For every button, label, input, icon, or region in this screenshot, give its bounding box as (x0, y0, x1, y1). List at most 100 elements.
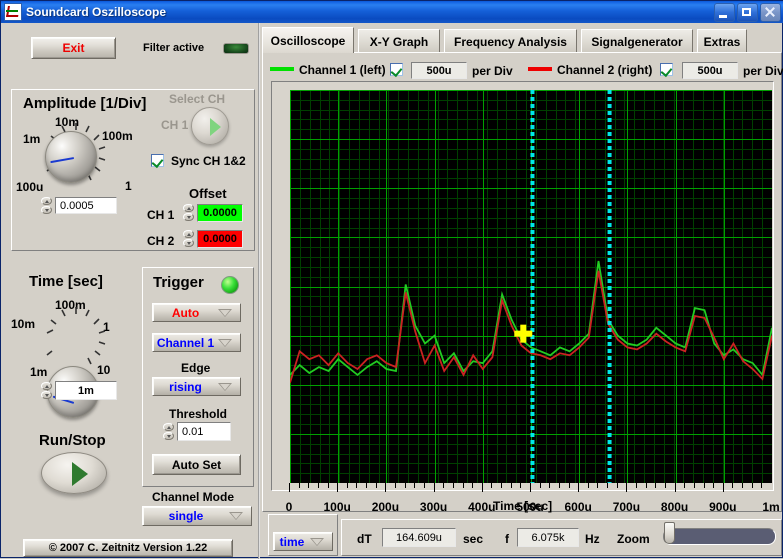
window-buttons (714, 3, 783, 22)
x-tick-label: 700u (613, 500, 640, 514)
cursor-mode-select[interactable]: time (273, 532, 333, 551)
x-tick-label: 900u (709, 500, 736, 514)
filter-active-label: Filter active (143, 42, 204, 54)
trigger-edge-value: rising (153, 380, 218, 394)
tab-oscilloscope[interactable]: Oscilloscope (262, 27, 354, 53)
chevron-down-icon (229, 512, 243, 520)
tab-x-y-graph[interactable]: X-Y Graph (358, 29, 440, 53)
zoom-slider[interactable] (663, 528, 776, 545)
app-window: Soundcard Oszilloscope Exit Filter activ… (0, 0, 783, 558)
copyright-text: © 2007 C. Zeitnitz Version 1.22 (49, 542, 208, 554)
channel2-per-div-value[interactable]: 500u (682, 62, 738, 79)
waveform-canvas[interactable] (290, 90, 772, 483)
tab-extras[interactable]: Extras (697, 29, 747, 53)
channel-mode-select[interactable]: single (142, 506, 252, 526)
trigger-led (221, 276, 239, 294)
trigger-threshold-label: Threshold (169, 407, 227, 421)
threshold-spinner[interactable] (163, 423, 174, 440)
trigger-edge-select[interactable]: rising (152, 377, 241, 396)
run-stop-button[interactable] (41, 452, 107, 494)
amplitude-knob[interactable] (45, 131, 97, 183)
x-tick-label: 0 (286, 500, 293, 514)
time-title: Time [sec] (29, 273, 103, 290)
tab-signalgenerator[interactable]: Signalgenerator (581, 29, 693, 53)
channel1-per-div-text: 500u (412, 65, 466, 77)
chevron-down-icon (218, 383, 232, 391)
f-label: f (505, 532, 509, 546)
x-tick-label: 100u (324, 500, 351, 514)
dt-label: dT (357, 532, 372, 546)
channel2-color-swatch (528, 67, 552, 71)
time-value[interactable]: 1m (55, 381, 117, 400)
chevron-down-icon (310, 538, 324, 546)
sync-ch-checkbox[interactable] (151, 154, 164, 167)
offset-ch2-value[interactable]: 0.0000 (197, 230, 243, 248)
x-tick-label: 1m (762, 500, 779, 514)
select-ch-channel-label: CH 1 (161, 118, 188, 132)
filter-active-led (223, 43, 249, 54)
offset-ch2-spinner[interactable] (183, 230, 194, 247)
x-tick-label: 300u (420, 500, 447, 514)
oscilloscope-plot-panel[interactable] (271, 81, 774, 491)
sync-ch-label: Sync CH 1&2 (171, 154, 246, 168)
chevron-down-icon (218, 309, 232, 317)
trigger-title: Trigger (153, 274, 204, 291)
channel-mode-value: single (143, 509, 229, 523)
panel-divider (258, 23, 260, 559)
dt-value-text: 164.609u (383, 532, 455, 544)
tab-label: Extras (704, 35, 741, 49)
offset-ch2-text: 0.0000 (198, 233, 242, 245)
f-value: 6.075k (517, 528, 579, 547)
zoom-slider-handle[interactable] (664, 522, 675, 544)
dt-unit: sec (463, 532, 483, 546)
offset-ch1-spinner[interactable] (183, 204, 194, 221)
auto-set-label: Auto Set (172, 458, 221, 472)
threshold-value[interactable]: 0.01 (177, 422, 231, 441)
trigger-source-select[interactable]: Channel 1 (152, 333, 241, 352)
channel1-label: Channel 1 (left) (299, 63, 386, 77)
exit-button-label: Exit (62, 41, 84, 55)
amplitude-title: Amplitude [1/Div] (23, 95, 146, 112)
cursor-mode-value: time (274, 535, 310, 549)
tab-frequency-analysis[interactable]: Frequency Analysis (444, 29, 577, 53)
time-value-text: 1m (56, 385, 116, 397)
tab-label: Oscilloscope (271, 34, 346, 48)
channel2-label: Channel 2 (right) (557, 63, 652, 77)
amplitude-spinner[interactable] (41, 197, 52, 214)
channel1-color-swatch (270, 67, 294, 71)
select-ch-knob[interactable] (191, 107, 229, 145)
x-tick-label: 400u (468, 500, 495, 514)
channel1-enable-checkbox[interactable] (390, 63, 403, 76)
offset-ch1-value[interactable]: 0.0000 (197, 204, 243, 222)
trigger-mode-select[interactable]: Auto (152, 303, 241, 322)
zoom-label: Zoom (617, 532, 650, 546)
maximize-icon[interactable] (737, 3, 758, 22)
offset-ch1-label: CH 1 (147, 208, 174, 222)
copyright-bar: © 2007 C. Zeitnitz Version 1.22 (23, 539, 233, 557)
amplitude-value[interactable]: 0.0005 (55, 197, 117, 214)
trigger-edge-label: Edge (181, 361, 210, 375)
window-title: Soundcard Oszilloscope (26, 5, 166, 19)
channel1-per-div-value[interactable]: 500u (411, 62, 467, 79)
tab-label: Frequency Analysis (454, 35, 567, 49)
x-tick-label: 800u (661, 500, 688, 514)
tab-label: X-Y Graph (370, 35, 428, 49)
chevron-down-icon (218, 339, 232, 347)
x-axis-title: Time [sec] (493, 499, 552, 513)
close-icon[interactable] (760, 3, 781, 22)
waveform-svg (290, 90, 772, 483)
threshold-value-text: 0.01 (182, 426, 203, 438)
oscilloscope-icon (4, 3, 22, 21)
trigger-source-value: Channel 1 (153, 336, 218, 350)
time-spinner[interactable] (41, 382, 52, 399)
dt-value: 164.609u (382, 528, 456, 547)
exit-button[interactable]: Exit (31, 37, 116, 59)
auto-set-button[interactable]: Auto Set (152, 454, 241, 475)
x-tick-label: 200u (372, 500, 399, 514)
channel2-enable-checkbox[interactable] (660, 63, 673, 76)
offset-label: Offset (189, 186, 227, 201)
title-bar: Soundcard Oszilloscope (1, 1, 783, 23)
f-unit: Hz (585, 532, 600, 546)
minimize-icon[interactable] (714, 3, 735, 22)
select-ch-label: Select CH (169, 92, 225, 106)
